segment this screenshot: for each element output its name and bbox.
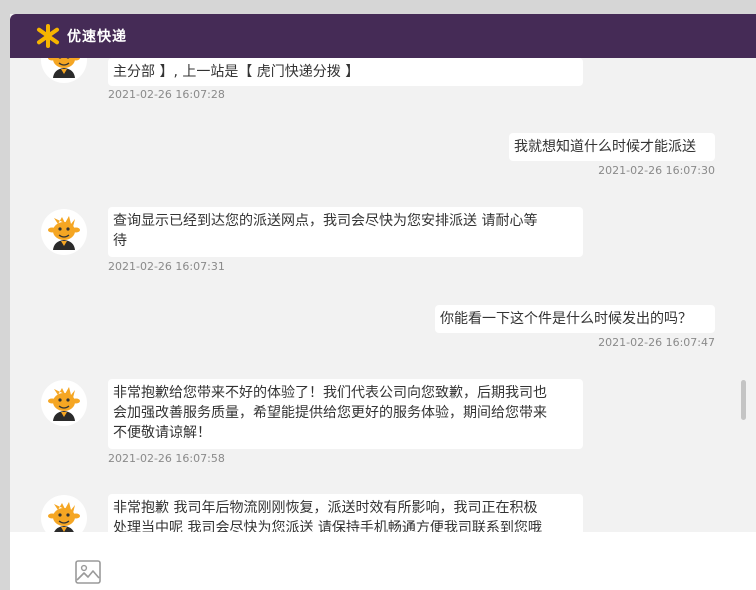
image-icon[interactable] xyxy=(74,558,102,586)
message-bubble: 你能看一下这个件是什么时候发出的吗？ xyxy=(435,305,715,333)
message-line: 非常抱歉给您带来不好的体验了！我们代表公司向您致歉，后期我司也 xyxy=(113,385,547,401)
agent-avatar xyxy=(40,494,88,532)
message-bubble: 我就想知道什么时候才能派送 xyxy=(509,133,715,161)
message-bubble: 非常抱歉给您带来不好的体验了！我们代表公司向您致歉，后期我司也 会加强改善服务质… xyxy=(108,379,583,449)
message-line: 待 xyxy=(113,233,127,249)
message-line: 不便敬请谅解！ xyxy=(113,425,211,441)
chat-window: 优速快递 主分部 】, 上一站是【 虎门快递分拨 】 2021-02-26 16… xyxy=(10,14,756,590)
message-line: 处理当中呢 我司会尽快为您派送 请保持手机畅通方便我司联系到您哦 xyxy=(113,520,542,532)
message-bubble: 非常抱歉 我司年后物流刚刚恢复，派送时效有所影响，我司正在积极 处理当中呢 我司… xyxy=(108,494,583,532)
message-bubble: 查询显示已经到达您的派送网点，我司会尽快为您安排派送 请耐心等 待 xyxy=(108,207,583,257)
agent-avatar xyxy=(40,208,88,256)
message-time: 2021-02-26 16:07:47 xyxy=(598,336,715,349)
message-line: 非常抱歉 我司年后物流刚刚恢复，派送时效有所影响，我司正在积极 xyxy=(113,500,538,516)
message-line: 会加强改善服务质量，希望能提供给您更好的服务体验，期间给您带来 xyxy=(113,405,547,421)
chat-history[interactable]: 主分部 】, 上一站是【 虎门快递分拨 】 2021-02-26 16:07:2… xyxy=(10,58,756,532)
logo-icon xyxy=(36,24,60,48)
app-header: 优速快递 xyxy=(10,14,756,58)
message-input-area[interactable] xyxy=(10,532,756,590)
brand-name: 优速快递 xyxy=(67,29,127,45)
message-bubble: 主分部 】, 上一站是【 虎门快递分拨 】 xyxy=(108,58,583,86)
message-time: 2021-02-26 16:07:58 xyxy=(108,452,225,465)
message-time: 2021-02-26 16:07:28 xyxy=(108,88,225,101)
message-time: 2021-02-26 16:07:30 xyxy=(598,164,715,177)
chat-scrollbar[interactable] xyxy=(741,380,746,420)
agent-avatar xyxy=(40,379,88,427)
message-time: 2021-02-26 16:07:31 xyxy=(108,260,225,273)
agent-avatar xyxy=(40,58,88,84)
message-line: 查询显示已经到达您的派送网点，我司会尽快为您安排派送 请耐心等 xyxy=(113,213,538,229)
